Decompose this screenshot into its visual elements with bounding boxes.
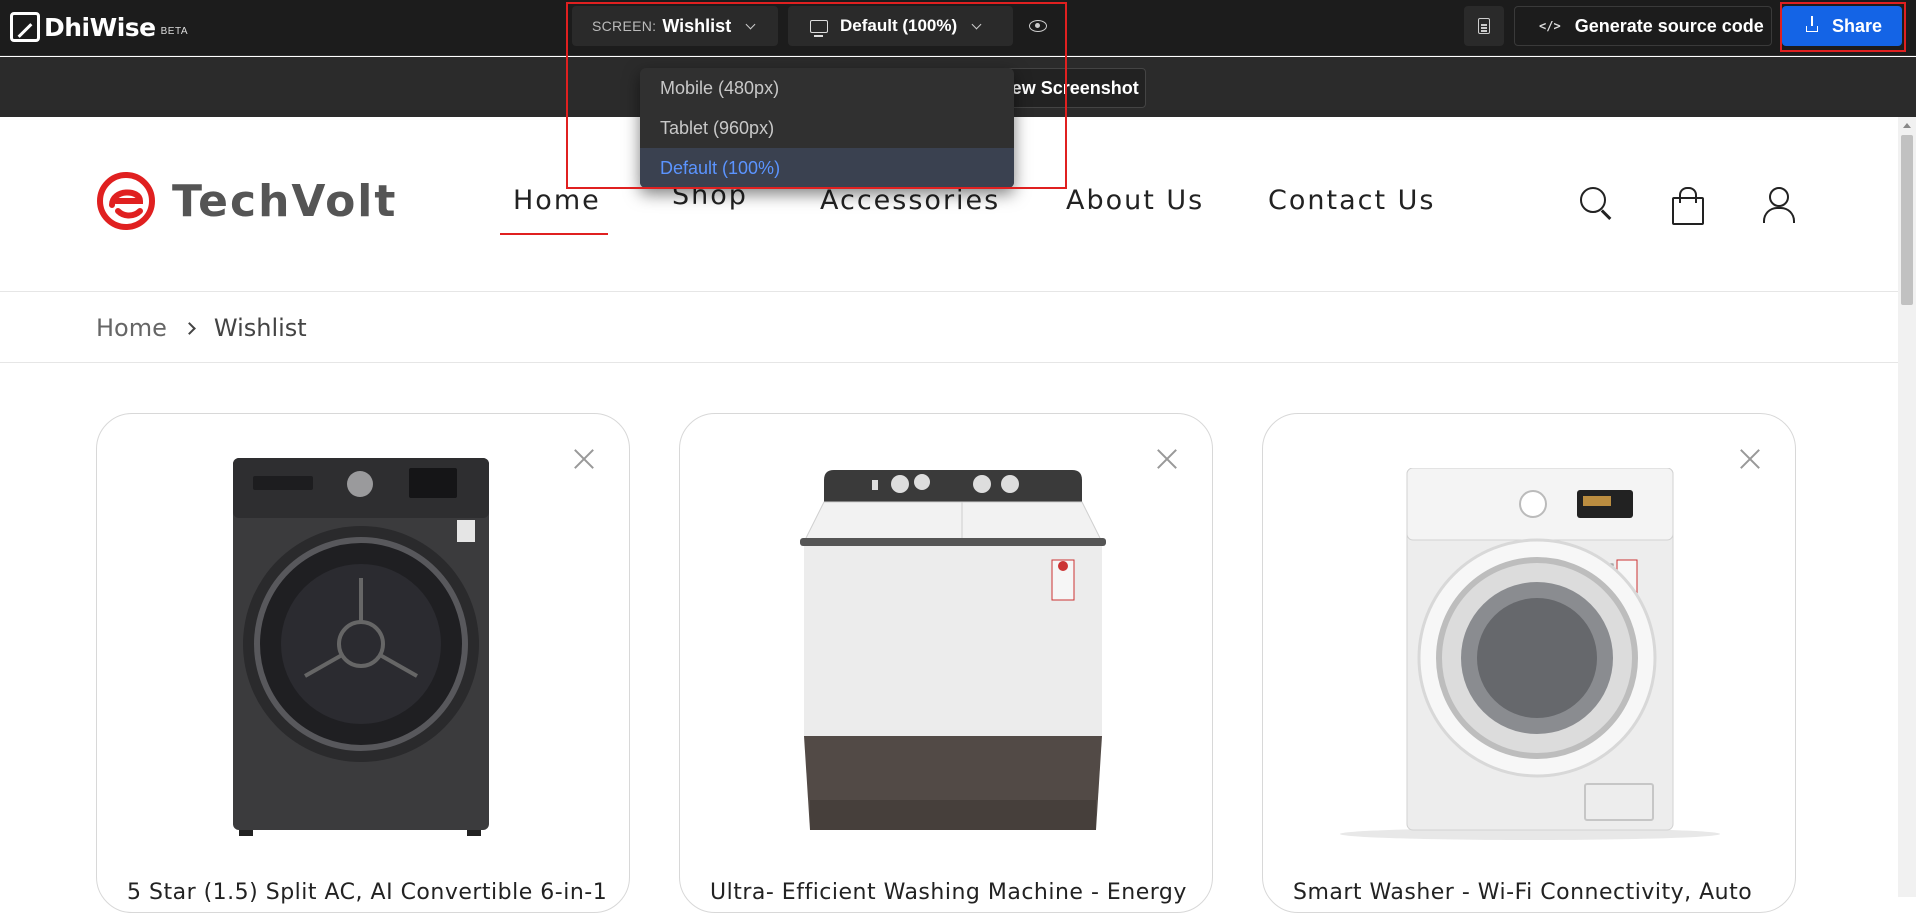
remove-close-icon[interactable] (1739, 448, 1761, 470)
generate-source-code-button[interactable]: </> Generate source code (1514, 6, 1772, 46)
breadcrumb-current: Wishlist (213, 314, 307, 342)
wishlist-card[interactable]: Ultra- Efficient Washing Machine - Energ… (679, 413, 1213, 913)
chevron-right-icon (183, 321, 196, 335)
breadcrumb-home[interactable]: Home (96, 314, 167, 342)
device-option-tablet[interactable]: Tablet (960px) (640, 108, 1014, 148)
scroll-up-arrow-icon[interactable] (1903, 123, 1911, 128)
preview-eye-icon[interactable] (1029, 20, 1047, 32)
device-option-default[interactable]: Default (100%) (640, 148, 1014, 188)
techvolt-logo-icon (97, 172, 155, 230)
dhiwise-logo[interactable]: DhiWise BETA (10, 12, 188, 42)
dhiwise-toolbar: DhiWise BETA SCREEN: Wishlist Default (1… (0, 0, 1916, 56)
header-divider (0, 291, 1898, 292)
nav-about-us[interactable]: About Us (1066, 185, 1204, 216)
search-icon[interactable] (1580, 187, 1612, 223)
share-label: Share (1832, 15, 1883, 36)
device-value: Default (100%) (840, 16, 958, 35)
code-icon: </> (1539, 19, 1561, 33)
generate-label: Generate source code (1574, 15, 1764, 36)
product-image-washer (1340, 468, 1720, 840)
shopping-bag-icon[interactable] (1672, 187, 1704, 225)
product-image-dryer (233, 458, 489, 836)
preview-canvas: TechVolt Home Shop Accessories About Us … (0, 117, 1898, 913)
wishlist-card[interactable]: 5 Star (1.5) Split AC, AI Convertible 6-… (96, 413, 630, 913)
product-title[interactable]: 5 Star (1.5) Split AC, AI Convertible 6-… (127, 880, 607, 905)
techvolt-logo[interactable]: TechVolt (96, 171, 397, 231)
screen-value: Wishlist (662, 15, 732, 36)
nav-accessories[interactable]: Accessories (820, 185, 1000, 216)
document-icon (1478, 18, 1490, 34)
techvolt-brand-name: TechVolt (172, 175, 398, 227)
chevron-down-icon (745, 19, 756, 29)
remove-close-icon[interactable] (573, 448, 595, 470)
chevron-down-icon (971, 19, 982, 29)
document-button[interactable] (1464, 6, 1504, 46)
nav-contact-us[interactable]: Contact Us (1268, 185, 1435, 216)
user-icon[interactable] (1762, 187, 1795, 223)
nav-home[interactable]: Home (513, 185, 601, 216)
device-option-mobile[interactable]: Mobile (480px) (640, 68, 1014, 108)
product-title[interactable]: Smart Washer - Wi-Fi Connectivity, Auto (1293, 880, 1773, 905)
product-title[interactable]: Ultra- Efficient Washing Machine - Energ… (710, 880, 1190, 905)
device-size-dropdown: Mobile (480px) Tablet (960px) Default (1… (640, 68, 1014, 188)
dhiwise-logo-icon (10, 12, 40, 42)
upload-icon (1806, 16, 1818, 32)
scrollbar-thumb[interactable] (1901, 135, 1913, 305)
share-button[interactable]: Share (1782, 6, 1902, 46)
beta-badge: BETA (160, 26, 188, 37)
monitor-icon (810, 19, 828, 37)
device-size-selector[interactable]: Default (100%) (788, 6, 1013, 46)
screen-selector[interactable]: SCREEN: Wishlist (572, 6, 778, 46)
nav-active-underline (500, 233, 608, 235)
product-image-twin-tub (800, 470, 1106, 830)
breadcrumb-divider (0, 362, 1898, 363)
screen-label: SCREEN: (592, 18, 657, 34)
wishlist-card[interactable]: Smart Washer - Wi-Fi Connectivity, Auto (1262, 413, 1796, 913)
breadcrumb: Home Wishlist (96, 314, 307, 342)
page-scrollbar[interactable] (1898, 117, 1916, 897)
remove-close-icon[interactable] (1156, 448, 1178, 470)
logo-text: DhiWise (44, 12, 156, 42)
